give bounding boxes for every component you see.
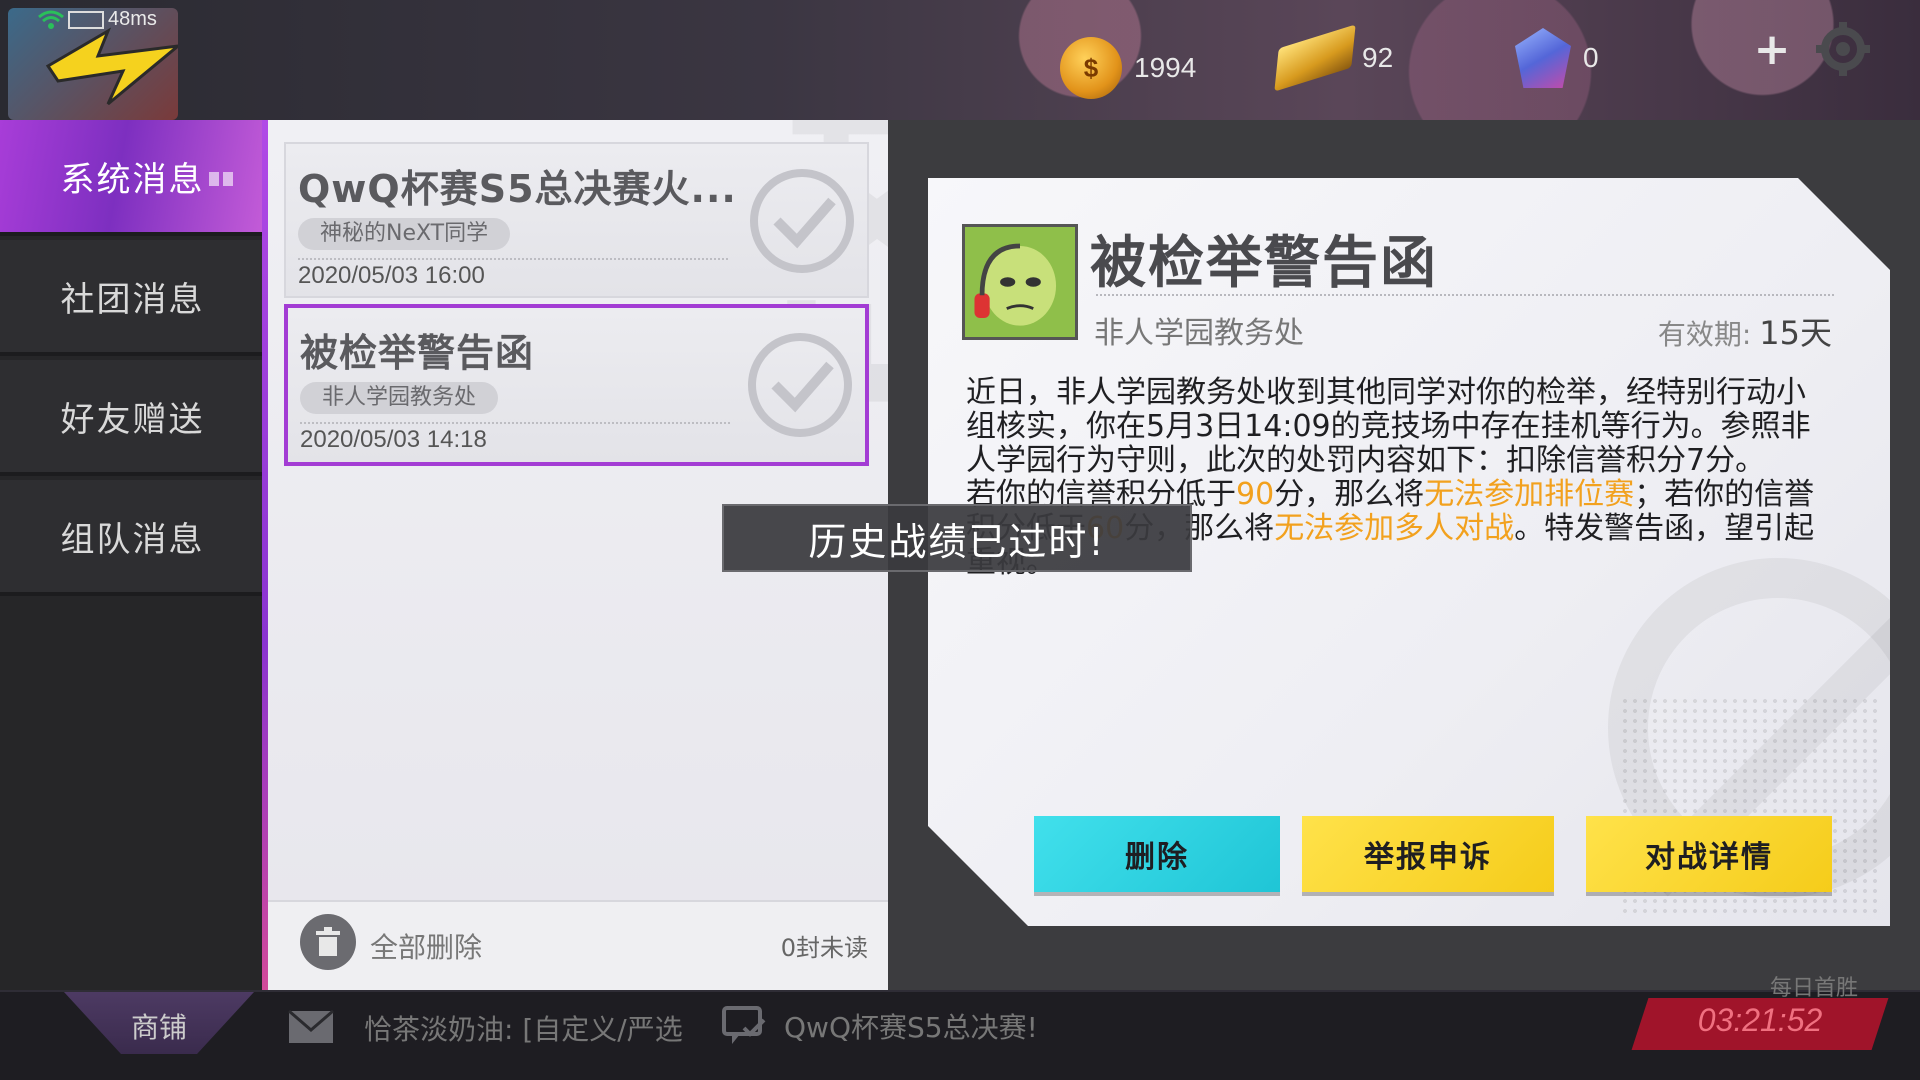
report-appeal-button[interactable]: 举报申诉 [1302, 816, 1554, 892]
announcement-ticker-text[interactable]: QwQ杯赛S5总决赛! [784, 1006, 1038, 1046]
delete-all-label[interactable]: 全部删除 [370, 926, 482, 966]
read-check-icon [748, 333, 852, 437]
tab-system-messages[interactable]: 系统消息 [0, 120, 265, 236]
tab-team-messages[interactable]: 组队消息 [0, 480, 265, 596]
body-text: 分，那么将 [1274, 477, 1425, 512]
mail-date: 2020/05/03 14:18 [300, 426, 487, 453]
delete-all-button[interactable] [300, 914, 356, 970]
message-category-sidebar: 系统消息 社团消息 好友赠送 组队消息 [0, 120, 265, 990]
divider [1096, 294, 1834, 296]
tab-label: 组队消息 [60, 519, 205, 560]
mail-detail-sender: 非人学园教务处 [1094, 316, 1304, 351]
gold-bar-icon [1274, 24, 1356, 92]
body-paragraph: 近日，非人学园教务处收到其他同学对你的检举，经特别行动小组核实，你在5月3日14… [966, 375, 1811, 478]
trash-icon [316, 927, 340, 956]
coin-counter: $ 1994 [1060, 37, 1197, 99]
mail-sender-badge: 非人学园教务处 [300, 382, 499, 414]
divider [298, 258, 728, 260]
tab-club-messages[interactable]: 社团消息 [0, 240, 265, 356]
mail-icon[interactable] [288, 1010, 334, 1044]
mail-list-item-selected[interactable]: 被检举警告函 非人学园教务处 2020/05/03 14:18 [284, 304, 869, 466]
validity-value: 15天 [1759, 314, 1832, 352]
network-status: 48ms [38, 8, 157, 31]
mail-title: 被检举警告函 [300, 331, 535, 375]
tab-label: 好友赠送 [60, 399, 205, 440]
tab-label: 系统消息 [60, 159, 205, 200]
game-logo-icon [45, 27, 178, 106]
mail-detail-title: 被检举警告函 [1090, 231, 1438, 296]
countdown-timer: 03:21:52 [1697, 1002, 1823, 1038]
validity-period: 有效期: 15天 [1658, 308, 1832, 354]
add-currency-button[interactable]: + [1752, 28, 1792, 72]
top-bar: 48ms $ 1994 92 0 + [0, 0, 1920, 120]
tab-friend-gifts[interactable]: 好友赠送 [0, 360, 265, 476]
penalty-highlight: 无法参加多人对战 [1274, 511, 1515, 546]
bottom-bar: 每日首胜 商铺 恰茶淡奶油: [自定义/严选 QwQ杯赛S5总决赛! 03:21… [0, 976, 1920, 1080]
unread-count: 0封未读 [780, 934, 868, 962]
shop-button[interactable]: 商铺 [64, 992, 254, 1054]
tab-label: 社团消息 [60, 279, 205, 320]
shop-label: 商铺 [130, 1011, 187, 1044]
threshold-value: 90 [1236, 477, 1275, 512]
coin-icon: $ [1060, 37, 1122, 99]
mail-list-item[interactable]: QwQ杯赛S5总决赛火... 神秘的NeXT同学 2020/05/03 16:0… [284, 142, 869, 298]
gold-value: 92 [1362, 42, 1394, 73]
gem-counter: 0 [1515, 28, 1599, 88]
validity-label: 有效期: [1657, 318, 1752, 351]
toast-message: 历史战绩已过时! [722, 504, 1192, 572]
wifi-icon [38, 10, 64, 29]
delete-button[interactable]: 删除 [1034, 816, 1280, 892]
gear-icon[interactable] [1814, 20, 1872, 78]
read-check-icon [750, 169, 854, 273]
penalty-highlight: 无法参加排位赛 [1424, 477, 1635, 512]
gold-counter: 92 [1274, 24, 1394, 92]
gem-value: 0 [1583, 42, 1599, 73]
chat-icon[interactable] [722, 1006, 766, 1046]
sender-portrait [962, 224, 1078, 340]
mail-date: 2020/05/03 16:00 [298, 262, 485, 289]
battle-details-button[interactable]: 对战详情 [1586, 816, 1832, 892]
mail-list-footer: 全部删除 0封未读 [268, 900, 888, 990]
ping-value: 48ms [108, 8, 157, 30]
coin-value: 1994 [1134, 52, 1197, 83]
battery-icon [68, 10, 104, 29]
mail-title: QwQ杯赛S5总决赛火... [298, 167, 737, 211]
chat-ticker-text[interactable]: 恰茶淡奶油: [自定义/严选 [364, 1008, 683, 1048]
divider [300, 422, 730, 424]
gem-icon [1515, 28, 1571, 88]
mail-sender-badge: 神秘的NeXT同学 [298, 218, 511, 250]
